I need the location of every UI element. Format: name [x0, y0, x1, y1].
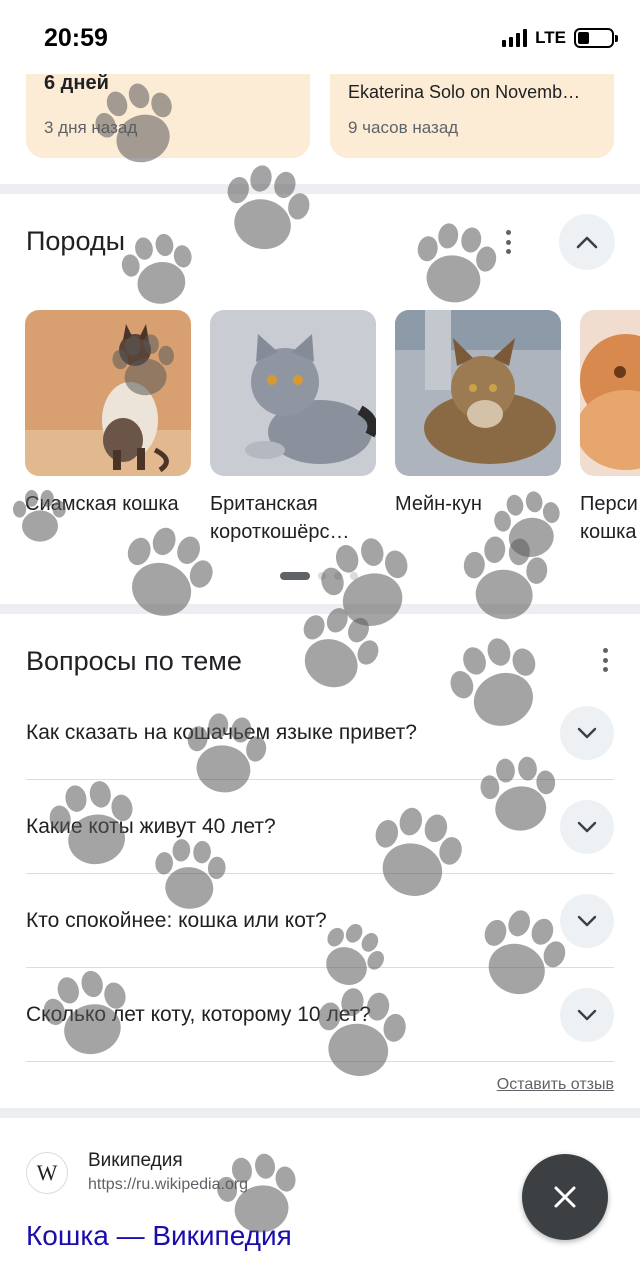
expand-question-button[interactable]: [560, 893, 614, 948]
question-text: Как сказать на кошачьем языке привет?: [26, 720, 417, 744]
breed-name: Британская короткошёрс…: [210, 493, 350, 543]
breed-card-british-shorthair[interactable]: Британская короткошёрс…: [210, 310, 376, 546]
breeds-carousel[interactable]: Сиамская кошка Британская короткошёрс… М…: [0, 310, 640, 550]
feedback-link[interactable]: Оставить отзыв: [497, 1076, 614, 1094]
expand-question-button[interactable]: [560, 987, 614, 1042]
breeds-title: Породы: [26, 226, 126, 256]
collapse-button[interactable]: [559, 214, 615, 270]
expand-question-button[interactable]: [560, 705, 614, 760]
chevron-down-icon: [577, 1009, 597, 1020]
maine-coon-image: [395, 310, 561, 476]
breed-card-maine-coon[interactable]: Мейн-кун: [395, 310, 561, 518]
question-row[interactable]: Какие коты живут 40 лет?: [26, 780, 614, 874]
question-text: Какие коты живут 40 лет?: [26, 814, 276, 838]
status-indicators: LTE: [502, 28, 618, 48]
breed-name: Мейн-кун: [395, 493, 482, 515]
expand-question-button[interactable]: [560, 799, 614, 854]
questions-title: Вопросы по теме: [26, 646, 242, 676]
chevron-up-icon: [576, 236, 598, 249]
paw-print: [214, 158, 317, 259]
paw-print: [409, 218, 501, 309]
battery-icon: [574, 28, 618, 48]
close-fab-button[interactable]: [522, 1154, 608, 1240]
breed-name: Сиамская кошка: [25, 493, 179, 515]
british-shorthair-image: [210, 310, 376, 476]
more-vert-icon[interactable]: [601, 648, 609, 672]
breed-name: Перси кошка: [580, 493, 638, 543]
section-divider: [0, 604, 640, 614]
status-bar: 20:59 LTE: [0, 0, 640, 74]
top-card-time: 9 часов назад: [348, 118, 459, 137]
chevron-down-icon: [577, 915, 597, 926]
breed-card-persian[interactable]: Перси кошка: [580, 310, 640, 546]
wikipedia-favicon-icon: W: [26, 1152, 68, 1194]
result-url: https://ru.wikipedia.org: [88, 1176, 249, 1193]
question-row[interactable]: Сколько лет коту, которому 10 лет?: [26, 968, 614, 1062]
top-card-time: 3 дня назад: [44, 118, 138, 137]
siamese-cat-image: [25, 310, 191, 476]
persian-cat-image: [580, 310, 640, 476]
top-cards-carousel: 6 дней 3 дня назад Ekaterina Solo on Nov…: [26, 60, 614, 158]
section-divider: [0, 1108, 640, 1118]
network-label: LTE: [535, 28, 566, 47]
carousel-pagination: [280, 572, 358, 580]
breed-card-siamese[interactable]: Сиамская кошка: [25, 310, 191, 518]
question-text: Сколько лет коту, которому 10 лет?: [26, 1002, 371, 1026]
status-time: 20:59: [44, 24, 108, 52]
section-divider: [0, 184, 640, 194]
question-text: Кто спокойнее: кошка или кот?: [26, 908, 327, 932]
question-row[interactable]: Как сказать на кошачьем языке привет?: [26, 686, 614, 780]
top-card-title: Ekaterina Solo on Novemb…: [348, 82, 581, 102]
top-card-title: 6 дней: [44, 72, 109, 94]
top-card[interactable]: Ekaterina Solo on Novemb… 9 часов назад: [330, 60, 614, 158]
chevron-down-icon: [577, 727, 597, 738]
question-row[interactable]: Кто спокойнее: кошка или кот?: [26, 874, 614, 968]
paw-print: [117, 229, 199, 310]
top-card[interactable]: 6 дней 3 дня назад: [26, 60, 310, 158]
chevron-down-icon: [577, 821, 597, 832]
signal-icon: [502, 29, 528, 47]
more-vert-icon[interactable]: [504, 230, 512, 254]
close-icon: [554, 1186, 576, 1208]
result-title-link[interactable]: Кошка — Википедия: [26, 1220, 292, 1252]
result-site-name: Википедия: [88, 1150, 183, 1171]
